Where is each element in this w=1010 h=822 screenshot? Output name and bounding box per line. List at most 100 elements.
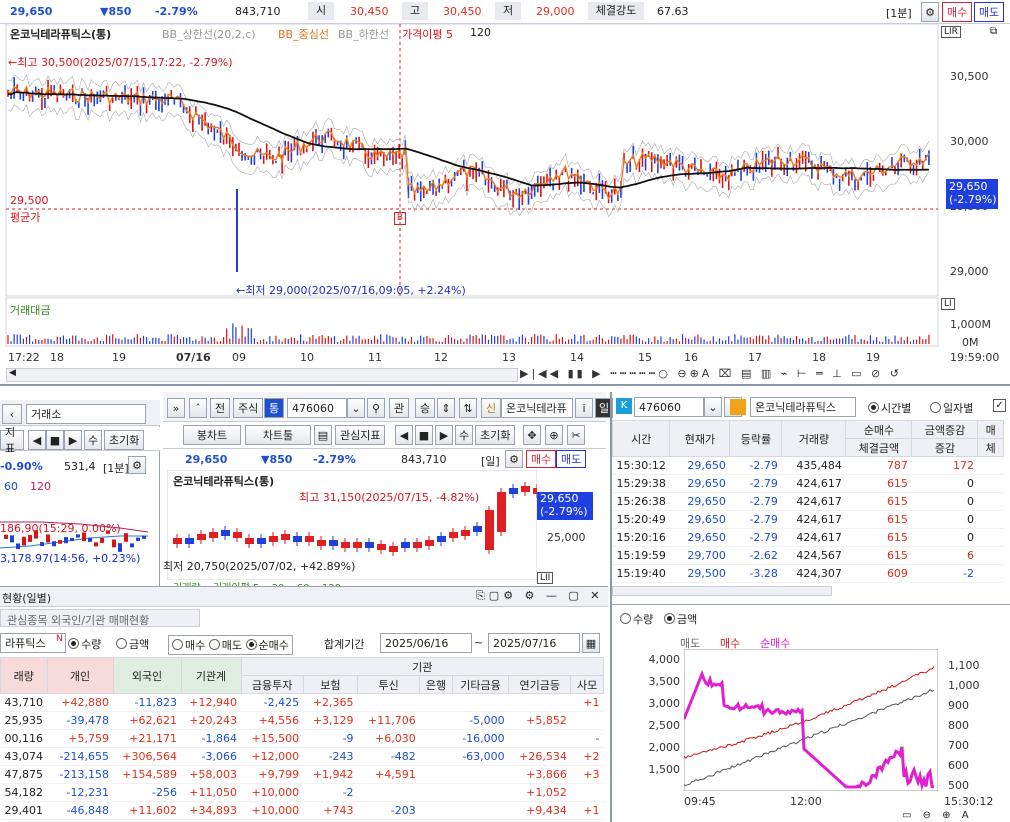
opt-amt[interactable]: 금액 bbox=[664, 611, 697, 627]
radio-icon[interactable] bbox=[868, 402, 879, 413]
up-icon[interactable]: ˆ bbox=[189, 398, 207, 418]
expand-icon[interactable]: » bbox=[167, 398, 185, 418]
main-chart[interactable]: 온코닉테라퓨틱스(통) BB_상한선(20,2,c) BB_중심선 BB_하한선… bbox=[0, 24, 1010, 386]
next-icon[interactable]: ▶ bbox=[64, 430, 82, 450]
window-controls[interactable]: ⎘▢⚙ ⚙ — ▢ ✕ bbox=[476, 589, 604, 603]
nav-stock[interactable]: 주식 bbox=[233, 398, 264, 418]
gear-icon[interactable]: ⚙ bbox=[921, 2, 939, 22]
nav-seung[interactable]: 승 bbox=[415, 398, 436, 418]
li-badge[interactable]: LI bbox=[941, 298, 955, 310]
su-button[interactable]: 수 bbox=[84, 430, 102, 450]
table-row[interactable]: 54,182 -12,231 -256 +11,050 +10,000 -2 +1,052 bbox=[0, 783, 604, 802]
horizontal-scrollbar[interactable]: ◀ bbox=[6, 368, 518, 382]
opt-amt-b[interactable]: 금액 bbox=[116, 636, 149, 652]
nav-gwan[interactable]: 관 bbox=[389, 398, 410, 418]
mid-prev-icon[interactable]: ◀ bbox=[395, 425, 413, 445]
chart-tool-button[interactable]: 차트툴 bbox=[245, 425, 311, 445]
spin-icon[interactable]: ⇕ bbox=[437, 398, 455, 418]
radio-icon[interactable] bbox=[620, 613, 631, 624]
opt-group[interactable]: 매수 매도 순매수 bbox=[168, 635, 293, 655]
sell-button[interactable]: 매도 bbox=[974, 2, 1005, 22]
mid-gear-icon[interactable]: ⚙ bbox=[505, 450, 523, 468]
crosshair-icon[interactable]: ✥ bbox=[523, 425, 541, 445]
code-input[interactable]: 476060 bbox=[287, 398, 347, 418]
left-arrow-icon[interactable]: ‹ bbox=[2, 404, 22, 424]
tool-icon[interactable]: ✂ bbox=[567, 425, 585, 445]
radio-icon[interactable] bbox=[68, 638, 79, 649]
table-row[interactable]: 47,875 -213,158 +154,589 +58,003 +9,799 +1,94… bbox=[0, 765, 604, 784]
chart-toolbar[interactable]: ▶|◀◀ ▮▮ ▶ ┅┅┅┅┅○ ⊖⊕A ⌧ ▤ ▥ ⌁ ⊢ ═ ⊥ ▭ ⊘ ↺ bbox=[520, 367, 1010, 383]
nav-sin[interactable]: 신 bbox=[481, 398, 502, 418]
folder-icon[interactable] bbox=[730, 399, 746, 415]
table-row[interactable]: 43,074 -214,655 +306,564 -3,066 +12,000 -243-… bbox=[0, 747, 604, 766]
opt-qty-b[interactable]: 수량 bbox=[68, 636, 101, 652]
radio-icon[interactable] bbox=[172, 639, 183, 650]
nav-tong[interactable]: 통 bbox=[264, 398, 285, 418]
table-row[interactable]: 15:19:59 29,700 -2.62 424,567 615 6 bbox=[612, 546, 1004, 565]
table-row[interactable]: 15:26:38 29,650 -2.79 424,617 615 0 bbox=[612, 492, 1004, 511]
investor-daily-panel[interactable]: 현황(일별) ⎘▢⚙ ⚙ — ▢ ✕ 관심종목 외국인/기관 매매현황 라퓨틱스… bbox=[0, 586, 608, 822]
left-chart-panel[interactable]: ‹ 거래소 지표 ◀ ■ ▶ 수 초기화 -0.90% 531,4 [1분] ⚙… bbox=[0, 400, 160, 586]
zoom-toolbar[interactable]: ▭ ⊖ ⊕ A bbox=[902, 810, 973, 821]
search-icon[interactable]: ⚲ bbox=[367, 398, 385, 418]
main-chart-canvas[interactable] bbox=[0, 24, 1010, 369]
sort-icon[interactable]: ⇅ bbox=[459, 398, 477, 418]
checkbox[interactable]: ✓ bbox=[993, 399, 1006, 412]
daily-chart-panel[interactable]: » ˆ 전 주식 통 476060 ⌄ ⚲ 관 승 ⇕ ⇅ 신 온코닉테라퓨 i… bbox=[163, 392, 613, 587]
table-row[interactable]: 15:30:12 29,650 -2.79 435,484 787 172 bbox=[612, 456, 1004, 475]
market-select[interactable]: 거래소 bbox=[26, 404, 146, 424]
lir-badge[interactable]: LIR bbox=[941, 26, 961, 38]
radio-icon[interactable] bbox=[930, 402, 941, 413]
tick-panel[interactable]: K 476060 ⌄ ⚲ 온코닉테라퓨틱스 시간별 일자별 ✓ 시간현재가등락률… bbox=[610, 392, 1010, 604]
left-gear-icon[interactable]: ⚙ bbox=[128, 456, 146, 474]
investor-chart-panel[interactable]: 수량 금액 매도 매수 순매수 4,000 3,500 3,000 2,500 2,00… bbox=[610, 604, 1010, 822]
indicator-button[interactable]: 관심지표 bbox=[335, 425, 386, 445]
date-from[interactable]: 2025/06/16 bbox=[380, 633, 472, 653]
opt-time[interactable]: 시간별 bbox=[868, 400, 911, 416]
chart-option-icon[interactable]: ⧉ bbox=[990, 26, 997, 37]
opt-qty[interactable]: 수량 bbox=[620, 611, 653, 627]
table-row[interactable]: 25,935 -39,478 +62,621 +20,243 +4,556 +3,129 +… bbox=[0, 711, 604, 730]
mid-next-icon[interactable]: ▶ bbox=[435, 425, 453, 445]
table-row[interactable]: 00,116 +5,759 +21,171 -1,864 +15,500 -9 +6,030… bbox=[0, 729, 604, 748]
table-row[interactable]: 15:20:49 29,650 -2.79 424,617 615 0 bbox=[612, 510, 1004, 529]
table-row[interactable]: 15:19:40 29,500 -3.28 424,307 609 -2 bbox=[612, 564, 1004, 583]
mid-stop-icon[interactable]: ■ bbox=[415, 425, 433, 445]
save-icon[interactable]: ▤ bbox=[314, 425, 332, 445]
info-icon[interactable]: i bbox=[575, 398, 593, 418]
table-row[interactable]: 29,401 -46,848 +11,602 +34,893 +10,000 +743 -2… bbox=[0, 801, 604, 820]
table-row[interactable]: 43,710 +42,880 -11,823 +12,940 -2,425 +2,365 +… bbox=[0, 693, 604, 712]
marker-b[interactable]: B bbox=[394, 212, 406, 225]
radio-icon[interactable] bbox=[208, 639, 220, 650]
tab-foreign-inst[interactable]: 관심종목 외국인/기관 매매현황 bbox=[0, 609, 200, 627]
dropdown-icon[interactable]: ⌄ bbox=[347, 398, 365, 418]
period-label[interactable]: [1분] bbox=[886, 5, 912, 21]
mid-su-button[interactable]: 수 bbox=[455, 425, 473, 445]
opt-day[interactable]: 일자별 bbox=[930, 400, 973, 416]
mid-reset-button[interactable]: 초기화 bbox=[475, 425, 516, 445]
date-to[interactable]: 2025/07/16 bbox=[488, 633, 580, 653]
k-icon[interactable]: K bbox=[616, 398, 632, 414]
nav-jeon[interactable]: 전 bbox=[210, 398, 231, 418]
rt-dropdown-icon[interactable]: ⌄ bbox=[704, 397, 722, 417]
prev-icon[interactable]: ◀ bbox=[28, 430, 46, 450]
col-header[interactable]: 금액증감 bbox=[911, 420, 979, 439]
candle-chart-button[interactable]: 봉차트 bbox=[183, 425, 241, 445]
pin-icon[interactable]: ⊕ bbox=[545, 425, 563, 445]
buy-button[interactable]: 매수 bbox=[942, 2, 973, 22]
left-period[interactable]: [1분] bbox=[103, 460, 129, 476]
rt-scrollbar[interactable] bbox=[612, 586, 832, 596]
radio-icon[interactable] bbox=[116, 638, 127, 649]
table-row[interactable]: 15:20:16 29,650 -2.79 424,617 615 0 bbox=[612, 528, 1004, 547]
mid-lir[interactable]: LII bbox=[537, 572, 554, 584]
mid-period[interactable]: [일] bbox=[481, 453, 500, 469]
mid-sell-button[interactable]: 매도 bbox=[556, 450, 587, 468]
indicator-tab[interactable]: 지표 bbox=[0, 426, 24, 455]
reset-button[interactable]: 초기화 bbox=[104, 430, 145, 450]
rt-code-input[interactable]: 476060 bbox=[634, 397, 704, 417]
calendar-icon[interactable]: ▦ bbox=[582, 633, 600, 653]
table-row[interactable]: 15:29:38 29,650 -2.79 424,617 615 0 bbox=[612, 474, 1004, 493]
stop-icon[interactable]: ■ bbox=[46, 430, 64, 450]
radio-icon[interactable] bbox=[664, 613, 675, 624]
mid-buy-button[interactable]: 매수 bbox=[526, 450, 557, 468]
